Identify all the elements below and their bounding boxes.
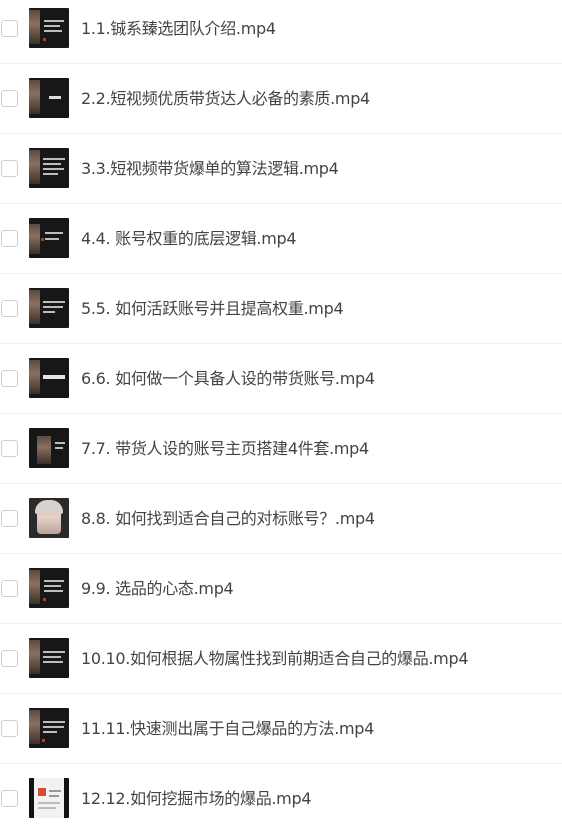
file-row[interactable]: 6.6. 如何做一个具备人设的带货账号.mp4	[0, 344, 562, 414]
video-thumbnail[interactable]	[29, 288, 69, 328]
file-row[interactable]: 1.1.铖系臻选团队介绍.mp4	[0, 0, 562, 64]
video-thumbnail-light[interactable]	[29, 778, 69, 818]
select-checkbox[interactable]	[1, 90, 18, 107]
select-checkbox[interactable]	[1, 370, 18, 387]
video-thumbnail[interactable]	[29, 638, 69, 678]
file-name[interactable]: 1.1.铖系臻选团队介绍.mp4	[81, 17, 276, 41]
file-row[interactable]: 11.11.快速测出属于自己爆品的方法.mp4	[0, 694, 562, 764]
select-checkbox[interactable]	[1, 720, 18, 737]
select-checkbox[interactable]	[1, 650, 18, 667]
file-name[interactable]: 9.9. 选品的心态.mp4	[81, 577, 234, 601]
video-thumbnail[interactable]	[29, 428, 69, 468]
file-row[interactable]: 4.4. 账号权重的底层逻辑.mp4	[0, 204, 562, 274]
file-name[interactable]: 6.6. 如何做一个具备人设的带货账号.mp4	[81, 367, 375, 391]
file-name[interactable]: 11.11.快速测出属于自己爆品的方法.mp4	[81, 717, 374, 741]
file-row[interactable]: 2.2.短视频优质带货达人必备的素质.mp4	[0, 64, 562, 134]
file-name[interactable]: 8.8. 如何找到适合自己的对标账号？.mp4	[81, 507, 375, 531]
file-row[interactable]: 12.12.如何挖掘市场的爆品.mp4	[0, 764, 562, 834]
video-thumbnail[interactable]	[29, 568, 69, 608]
file-name[interactable]: 7.7. 带货人设的账号主页搭建4件套.mp4	[81, 437, 369, 461]
select-checkbox[interactable]	[1, 160, 18, 177]
select-checkbox[interactable]	[1, 510, 18, 527]
file-row[interactable]: 9.9. 选品的心态.mp4	[0, 554, 562, 624]
file-name[interactable]: 10.10.如何根据人物属性找到前期适合自己的爆品.mp4	[81, 647, 469, 671]
file-row[interactable]: 5.5. 如何活跃账号并且提高权重.mp4	[0, 274, 562, 344]
video-thumbnail[interactable]	[29, 78, 69, 118]
video-thumbnail[interactable]	[29, 8, 69, 48]
file-name[interactable]: 2.2.短视频优质带货达人必备的素质.mp4	[81, 87, 370, 111]
file-name[interactable]: 12.12.如何挖掘市场的爆品.mp4	[81, 787, 312, 811]
select-checkbox[interactable]	[1, 440, 18, 457]
file-row[interactable]: 10.10.如何根据人物属性找到前期适合自己的爆品.mp4	[0, 624, 562, 694]
select-checkbox[interactable]	[1, 300, 18, 317]
select-checkbox[interactable]	[1, 580, 18, 597]
video-thumbnail-portrait[interactable]	[29, 498, 69, 538]
file-row[interactable]: 8.8. 如何找到适合自己的对标账号？.mp4	[0, 484, 562, 554]
video-thumbnail[interactable]	[29, 148, 69, 188]
select-checkbox[interactable]	[1, 20, 18, 37]
video-thumbnail[interactable]	[29, 358, 69, 398]
file-name[interactable]: 3.3.短视频带货爆单的算法逻辑.mp4	[81, 157, 339, 181]
video-thumbnail[interactable]	[29, 708, 69, 748]
file-row[interactable]: 3.3.短视频带货爆单的算法逻辑.mp4	[0, 134, 562, 204]
file-name[interactable]: 5.5. 如何活跃账号并且提高权重.mp4	[81, 297, 344, 321]
file-list: 1.1.铖系臻选团队介绍.mp4 2.2.短视频优质带货达人必备的素质.mp4 …	[0, 0, 562, 830]
file-name[interactable]: 4.4. 账号权重的底层逻辑.mp4	[81, 227, 297, 251]
select-checkbox[interactable]	[1, 230, 18, 247]
file-row[interactable]: 7.7. 带货人设的账号主页搭建4件套.mp4	[0, 414, 562, 484]
video-thumbnail[interactable]	[29, 218, 69, 258]
select-checkbox[interactable]	[1, 790, 18, 807]
